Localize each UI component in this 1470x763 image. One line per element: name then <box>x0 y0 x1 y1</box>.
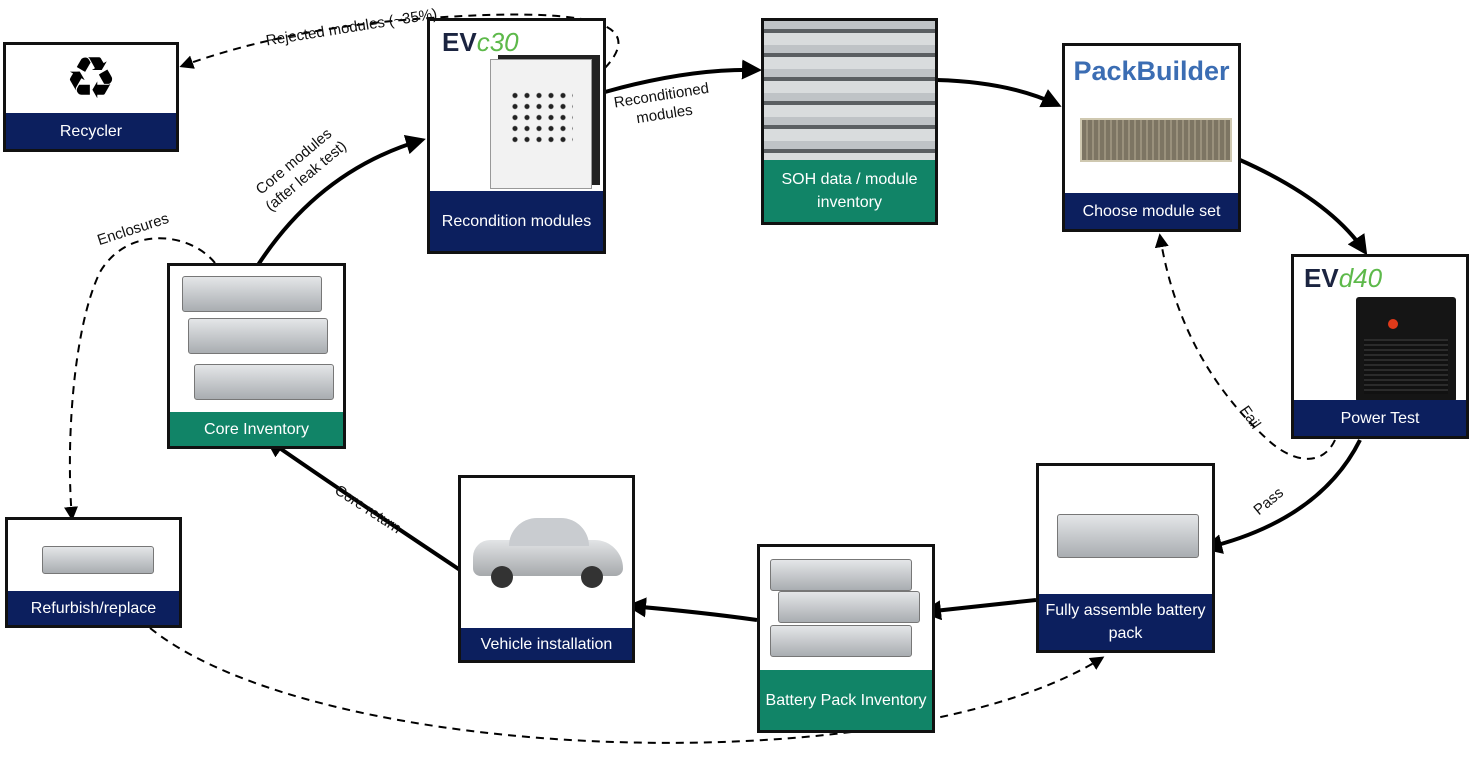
evc30-logo: EVc30 <box>442 27 519 57</box>
node-label: Refurbish/replace <box>8 591 179 625</box>
arrow-assemble-to-packinventory <box>921 598 1037 621</box>
node-recondition: EVc30 Recondition modules <box>427 18 606 254</box>
recycle-icon: ♻ <box>65 46 117 111</box>
node-soh: SOH data / module inventory <box>761 18 938 225</box>
node-label: Fully assemble battery pack <box>1039 594 1212 650</box>
arrow-soh-to-choose <box>936 78 1062 108</box>
recondition-machine <box>490 59 592 189</box>
node-choose: PackBuilder Choose module set <box>1062 43 1241 232</box>
arrow-choose-to-powertest <box>1239 158 1368 256</box>
node-refurbish: Refurbish/replace <box>5 517 182 628</box>
module-set <box>1080 118 1232 162</box>
core-battery-stack-image <box>170 266 343 412</box>
node-label: SOH data / module inventory <box>764 160 935 222</box>
evd40-logo: EVd40 <box>1304 263 1383 293</box>
module-shelves-image <box>764 21 935 160</box>
node-pack-inventory: Battery Pack Inventory <box>757 544 935 733</box>
battery-stack-image <box>760 547 932 670</box>
node-label: Battery Pack Inventory <box>760 670 932 730</box>
car-image <box>461 478 632 628</box>
node-label: Recondition modules <box>430 191 603 251</box>
packbuilder-logo: PackBuilder <box>1073 56 1230 86</box>
node-power-test: EVd40 Power Test <box>1291 254 1469 439</box>
node-recycler: ♻ Recycler <box>3 42 179 152</box>
power-test-machine <box>1356 297 1456 400</box>
node-vehicle: Vehicle installation <box>458 475 635 663</box>
node-label: Vehicle installation <box>461 628 632 660</box>
node-core-inventory: Core Inventory <box>167 263 346 449</box>
node-label: Choose module set <box>1065 193 1238 229</box>
evc30-image: EVc30 <box>430 21 603 191</box>
node-label: Power Test <box>1294 400 1466 436</box>
evd40-image: EVd40 <box>1294 257 1466 400</box>
node-label: Recycler <box>6 113 176 149</box>
enclosure-image <box>8 520 179 591</box>
arrow-packinventory-to-vehicle <box>626 597 758 622</box>
packbuilder-image: PackBuilder <box>1065 46 1238 193</box>
battery-pack-image <box>1039 466 1212 594</box>
node-assemble: Fully assemble battery pack <box>1036 463 1215 653</box>
node-label: Core Inventory <box>170 412 343 446</box>
